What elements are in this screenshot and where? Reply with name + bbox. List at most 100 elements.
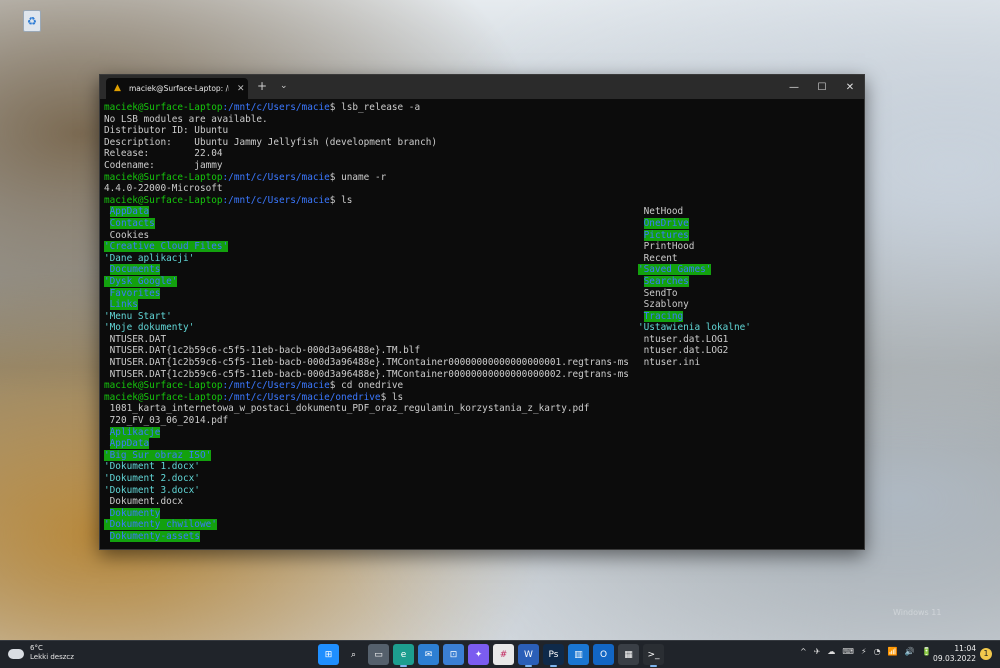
maximize-button[interactable]: ☐ <box>808 75 836 99</box>
output-line: Description: Ubuntu Jammy Jellyfish (dev… <box>104 136 438 148</box>
ls-entry: Recent <box>643 252 678 264</box>
command-text: uname -r <box>341 171 387 183</box>
ls-entry: Contacts <box>109 217 155 229</box>
weather-desc: Lekki deszcz <box>30 653 74 661</box>
prompt-dollar: $ <box>380 391 392 403</box>
list-item: 'Big Sur obraz ISO' <box>104 449 860 462</box>
ls-entry: 'Menu Start' <box>104 310 172 322</box>
keyboard-icon[interactable]: ⌨ <box>842 647 854 656</box>
ls-entry: 'Dokument 2.docx' <box>104 473 200 484</box>
ls-entry: 'Saved Games' <box>638 264 712 276</box>
taskbar[interactable]: 6°C Lekki deszcz ⊞ ⌕ ▭ e ✉ ⊡ ✦ # W Ps ▥ O ▦ >_ ^ ✈ ☁ ⌨ ⚡ ◔… <box>0 640 1000 668</box>
ls-column-2: Szablony <box>638 299 689 311</box>
clock-time: 11:04 <box>954 644 976 653</box>
ls-column-2: Recent <box>638 253 678 265</box>
title-bar[interactable]: ▲ maciek@Surface-Laptop: /mnt/c ✕ + ⌄ — … <box>100 75 864 99</box>
output-line: 4.4.0-22000-Microsoft <box>104 183 223 195</box>
outlook-icon[interactable]: O <box>593 644 614 665</box>
list-item: 'Creative Cloud Files' PrintHood <box>104 241 860 253</box>
list-item: 'Moje dokumenty' 'Ustawienia lokalne' <box>104 322 860 334</box>
ls-entry: 'Moje dokumenty' <box>104 322 195 334</box>
messenger-icon[interactable]: ✦ <box>468 644 489 665</box>
close-button[interactable]: ✕ <box>836 75 864 99</box>
minimize-button[interactable]: — <box>780 75 808 99</box>
telegram-icon[interactable]: ✈ <box>814 647 821 656</box>
mail-icon[interactable]: ✉ <box>418 644 439 665</box>
onedrive-icon[interactable]: ☁ <box>827 647 835 656</box>
prompt-path: :/mnt/c/Users/macie <box>222 194 330 206</box>
recycle-bin-icon[interactable]: ♻ <box>18 6 46 36</box>
word-icon[interactable]: W <box>518 644 539 667</box>
weather-widget[interactable]: 6°C Lekki deszcz <box>8 644 74 662</box>
command-text: ls <box>341 194 353 206</box>
terminal-output[interactable]: maciek@Surface-Laptop:/mnt/c/Users/macie… <box>104 102 860 547</box>
new-tab-button[interactable]: + <box>257 80 267 92</box>
clock-widget-icon[interactable]: ◔ <box>874 647 881 656</box>
power-icon[interactable]: ⚡ <box>861 647 867 656</box>
ls-entry: AppData <box>109 206 150 218</box>
prompt-dollar: $ <box>329 380 342 392</box>
volume-icon[interactable]: 🔊 <box>905 647 915 656</box>
tab-terminal[interactable]: ▲ maciek@Surface-Laptop: /mnt/c ✕ <box>106 78 248 99</box>
list-item: Contacts OneDrive <box>104 217 860 230</box>
command-text: lsb_release -a <box>341 102 421 113</box>
ls-column-2: OneDrive <box>638 217 689 230</box>
tab-title: maciek@Surface-Laptop: /mnt/c <box>129 84 229 93</box>
ls-entry: 'Dane aplikacji' <box>104 252 195 264</box>
ls-column-2: ntuser.dat.LOG2 <box>638 345 729 357</box>
ls-entry: Dokument.docx <box>109 496 184 508</box>
ls-entry: 720_FV_03_06_2014.pdf <box>109 415 229 427</box>
ls-entry: Favorites <box>109 287 161 299</box>
ls-entry: Documents <box>109 264 161 276</box>
prompt-user: maciek@Surface-Laptop <box>104 380 223 392</box>
photoshop-icon[interactable]: Ps <box>543 644 564 667</box>
ls-column-2: PrintHood <box>638 241 695 253</box>
command-text: ls <box>391 391 404 403</box>
task-view-icon[interactable]: ▭ <box>368 644 389 665</box>
terminal-window[interactable]: ▲ maciek@Surface-Laptop: /mnt/c ✕ + ⌄ — … <box>99 74 865 550</box>
list-item: Dokumenty-assets <box>104 530 860 543</box>
wifi-icon[interactable]: 📶 <box>888 647 898 656</box>
ls-entry: Cookies <box>109 229 150 241</box>
list-item: 'Dysk Google' Searches <box>104 275 860 288</box>
clock[interactable]: 11:04 09.03.2022 <box>930 644 976 664</box>
output-line: No LSB modules are available. <box>104 113 268 125</box>
ls-entry: Links <box>109 299 138 311</box>
windows-start-icon[interactable]: ⊞ <box>318 644 339 665</box>
ls-entry: Aplikacje <box>109 426 161 438</box>
tab-dropdown-button[interactable]: ⌄ <box>280 81 288 91</box>
tab-close-icon[interactable]: ✕ <box>237 84 245 94</box>
terminal-icon[interactable]: >_ <box>643 644 664 667</box>
notification-badge[interactable]: 1 <box>980 648 992 660</box>
calculator-icon[interactable]: ▦ <box>618 644 639 665</box>
cloud-icon <box>8 649 24 659</box>
trello-icon[interactable]: ▥ <box>568 644 589 665</box>
prompt-path: :/mnt/c/Users/macie <box>222 171 330 183</box>
list-item: 720_FV_03_06_2014.pdf <box>104 415 860 427</box>
ls-entry: 'Dysk Google' <box>104 275 178 287</box>
slack-icon[interactable]: # <box>493 644 514 665</box>
linux-icon: ▲ <box>114 83 121 93</box>
search-icon[interactable]: ⌕ <box>343 644 364 665</box>
list-item: 'Dane aplikacji' Recent <box>104 253 860 265</box>
list-item: Cookies Pictures <box>104 229 860 242</box>
list-item: AppData <box>104 438 860 450</box>
list-item: Dokumenty <box>104 507 860 520</box>
prompt-dollar: $ <box>329 194 342 206</box>
ls-column-2: Tracing <box>638 310 684 323</box>
store-icon[interactable]: ⊡ <box>443 644 464 665</box>
weather-temp: 6°C <box>30 644 43 652</box>
list-item: Documents 'Saved Games' <box>104 264 860 276</box>
ls-column-2: 'Ustawienia lokalne' <box>638 322 751 334</box>
edge-icon[interactable]: e <box>393 644 414 667</box>
ls-entry: Dokumenty-assets <box>109 530 200 542</box>
ls-entry: NTUSER.DAT{1c2b59c6-c5f5-11eb-bacb-000d3… <box>109 368 629 380</box>
output-line: Release: 22.04 <box>104 148 223 160</box>
prompt-dollar: $ <box>329 102 342 113</box>
prompt-path: :/mnt/c/Users/macie <box>222 380 330 392</box>
prompt-line: maciek@Surface-Laptop:/mnt/c/Users/macie… <box>104 392 860 404</box>
list-item: Aplikacje <box>104 426 860 439</box>
list-item: 1081_karta_internetowa_w_postaci_dokumen… <box>104 403 860 415</box>
clock-date: 09.03.2022 <box>933 654 976 663</box>
show-hidden-icons-icon[interactable]: ^ <box>800 647 807 656</box>
